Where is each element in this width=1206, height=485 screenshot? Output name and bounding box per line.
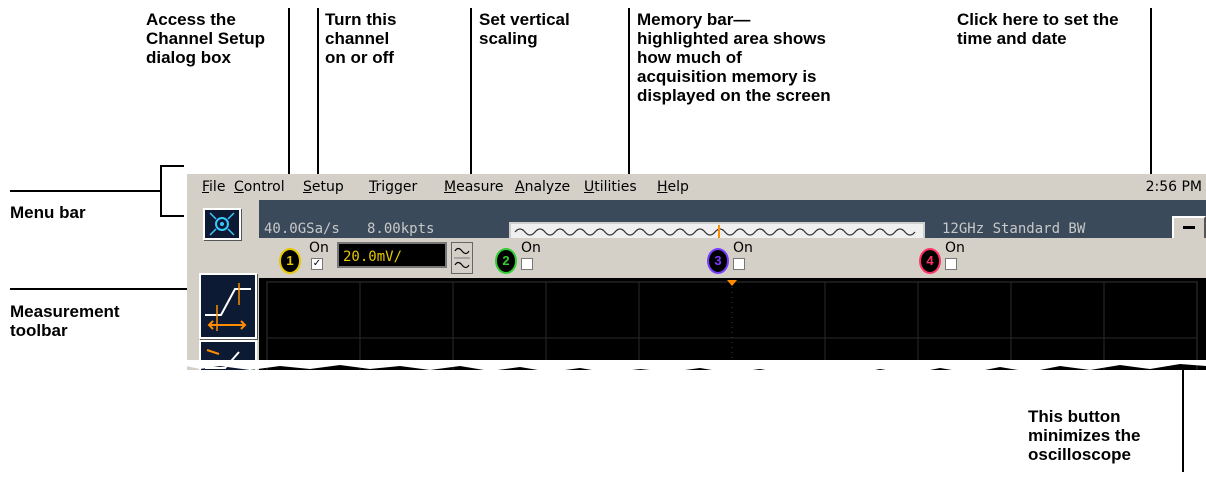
callout-line: Turn this bbox=[325, 10, 397, 29]
waveform-display[interactable] bbox=[259, 278, 1206, 370]
menu-label: elp bbox=[667, 179, 689, 195]
menu-label: rigger bbox=[375, 179, 418, 195]
callout-line: oscilloscope bbox=[1028, 445, 1131, 464]
callout-channel-setup: Access the Channel Setup dialog box bbox=[146, 10, 265, 67]
trigger-marker-icon bbox=[727, 280, 737, 286]
menu-mnemonic: U bbox=[584, 179, 595, 195]
menu-mnemonic: H bbox=[657, 179, 668, 195]
menu-help[interactable]: Help bbox=[657, 179, 689, 195]
menu-file[interactable]: File bbox=[202, 179, 225, 195]
callout-line: Set vertical bbox=[479, 10, 570, 29]
menu-mnemonic: S bbox=[303, 179, 312, 195]
callout-vertical-scaling: Set vertical scaling bbox=[479, 10, 570, 48]
callout-line: on or off bbox=[325, 48, 394, 67]
menu-mnemonic: A bbox=[515, 179, 525, 195]
callout-channel-toggle: Turn this channel on or off bbox=[325, 10, 396, 67]
menu-mnemonic: M bbox=[444, 179, 457, 195]
sample-rate: 40.0GSa/s bbox=[264, 221, 340, 237]
menu-label: easure bbox=[456, 179, 504, 195]
menu-label: ontrol bbox=[243, 179, 285, 195]
menu-bar: File Control Setup Trigger Measure Analy… bbox=[187, 174, 1206, 200]
waveform-grid bbox=[266, 280, 1198, 370]
menu-mnemonic: F bbox=[202, 179, 210, 195]
channel-3-badge[interactable]: 3 bbox=[707, 248, 729, 274]
channel-4-on-label: On bbox=[945, 240, 965, 256]
oscilloscope-window: File Control Setup Trigger Measure Analy… bbox=[187, 174, 1206, 370]
measurement-toolbar bbox=[187, 200, 259, 370]
menu-setup[interactable]: Setup bbox=[303, 179, 344, 195]
channel-setup-button[interactable] bbox=[203, 208, 241, 240]
callout-line: channel bbox=[325, 29, 390, 48]
channel-4-badge[interactable]: 4 bbox=[919, 248, 941, 274]
callout-line: dialog box bbox=[146, 48, 231, 67]
callout-line: Click here to set the bbox=[957, 10, 1119, 29]
measurement-icon bbox=[205, 283, 251, 331]
callout-line: Channel Setup bbox=[146, 29, 266, 48]
callout-line: Access the bbox=[146, 10, 236, 29]
channel-2-badge[interactable]: 2 bbox=[495, 248, 517, 274]
scale-spinner-icon bbox=[454, 247, 470, 269]
menu-analyze[interactable]: Analyze bbox=[515, 179, 570, 195]
channel-1-scale-spinner[interactable] bbox=[451, 242, 473, 274]
leader-line-time-date bbox=[1150, 8, 1152, 175]
menu-utilities[interactable]: Utilities bbox=[584, 179, 637, 195]
callout-line: displayed on the screen bbox=[637, 86, 831, 105]
channel-4-checkbox[interactable] bbox=[945, 258, 957, 270]
memory-waveform-icon bbox=[514, 225, 916, 238]
callout-line: how much of bbox=[637, 48, 742, 67]
measurement-button[interactable] bbox=[199, 273, 257, 339]
menu-label: nalyze bbox=[524, 179, 571, 195]
channel-2-checkbox[interactable] bbox=[521, 258, 533, 270]
torn-edge bbox=[186, 360, 1206, 375]
callout-line: Memory bar— bbox=[637, 10, 751, 29]
menu-label: etup bbox=[311, 179, 344, 195]
menu-trigger[interactable]: Trigger bbox=[369, 179, 417, 195]
leader-line-menu-bar bbox=[10, 190, 160, 192]
channel-1-badge[interactable]: 1 bbox=[279, 248, 301, 274]
leader-line-measurement bbox=[10, 288, 198, 290]
menu-mnemonic: C bbox=[234, 179, 244, 195]
menu-label: ile bbox=[209, 179, 226, 195]
menu-measure[interactable]: Measure bbox=[444, 179, 504, 195]
menu-label: tilities bbox=[594, 179, 637, 195]
channel-2-on-label: On bbox=[521, 240, 541, 256]
channel-1-checkbox[interactable]: ✓ bbox=[311, 258, 323, 270]
channel-1-scale-field[interactable]: 20.0mV/ bbox=[337, 242, 447, 268]
callout-line: time and date bbox=[957, 29, 1067, 48]
menu-control[interactable]: Control bbox=[234, 179, 285, 195]
callout-line: highlighted area shows bbox=[637, 29, 826, 48]
callout-line: minimizes the bbox=[1028, 426, 1141, 445]
channel-setup-icon bbox=[209, 212, 235, 236]
channel-1-on-label: On bbox=[309, 240, 329, 256]
channel-bar: 1 On ✓ 20.0mV/ 2 On 3 On 4 On bbox=[259, 238, 1206, 278]
menu-bar-bracket bbox=[160, 165, 184, 217]
callout-minimize: This button minimizes the oscilloscope bbox=[1028, 407, 1140, 464]
callout-line: Measurement bbox=[10, 302, 120, 321]
channel-3-checkbox[interactable] bbox=[733, 258, 745, 270]
status-bar: 40.0GSa/s 8.00kpts 12GHz Standard BW bbox=[259, 200, 1206, 242]
callout-time-date: Click here to set the time and date bbox=[957, 10, 1119, 48]
callout-memory-bar: Memory bar— highlighted area shows how m… bbox=[637, 10, 831, 105]
callout-line: toolbar bbox=[10, 321, 68, 340]
callout-line: This button bbox=[1028, 407, 1121, 426]
minimize-icon bbox=[1183, 226, 1195, 229]
callout-measurement-toolbar: Measurement toolbar bbox=[10, 302, 120, 340]
clock[interactable]: 2:56 PM bbox=[1146, 179, 1202, 195]
callout-menu-bar: Menu bar bbox=[10, 203, 86, 222]
channel-3-on-label: On bbox=[733, 240, 753, 256]
memory-depth: 8.00kpts bbox=[367, 221, 435, 237]
callout-line: acquisition memory is bbox=[637, 67, 817, 86]
callout-line: scaling bbox=[479, 29, 538, 48]
bandwidth-label: 12GHz Standard BW bbox=[942, 221, 1086, 237]
